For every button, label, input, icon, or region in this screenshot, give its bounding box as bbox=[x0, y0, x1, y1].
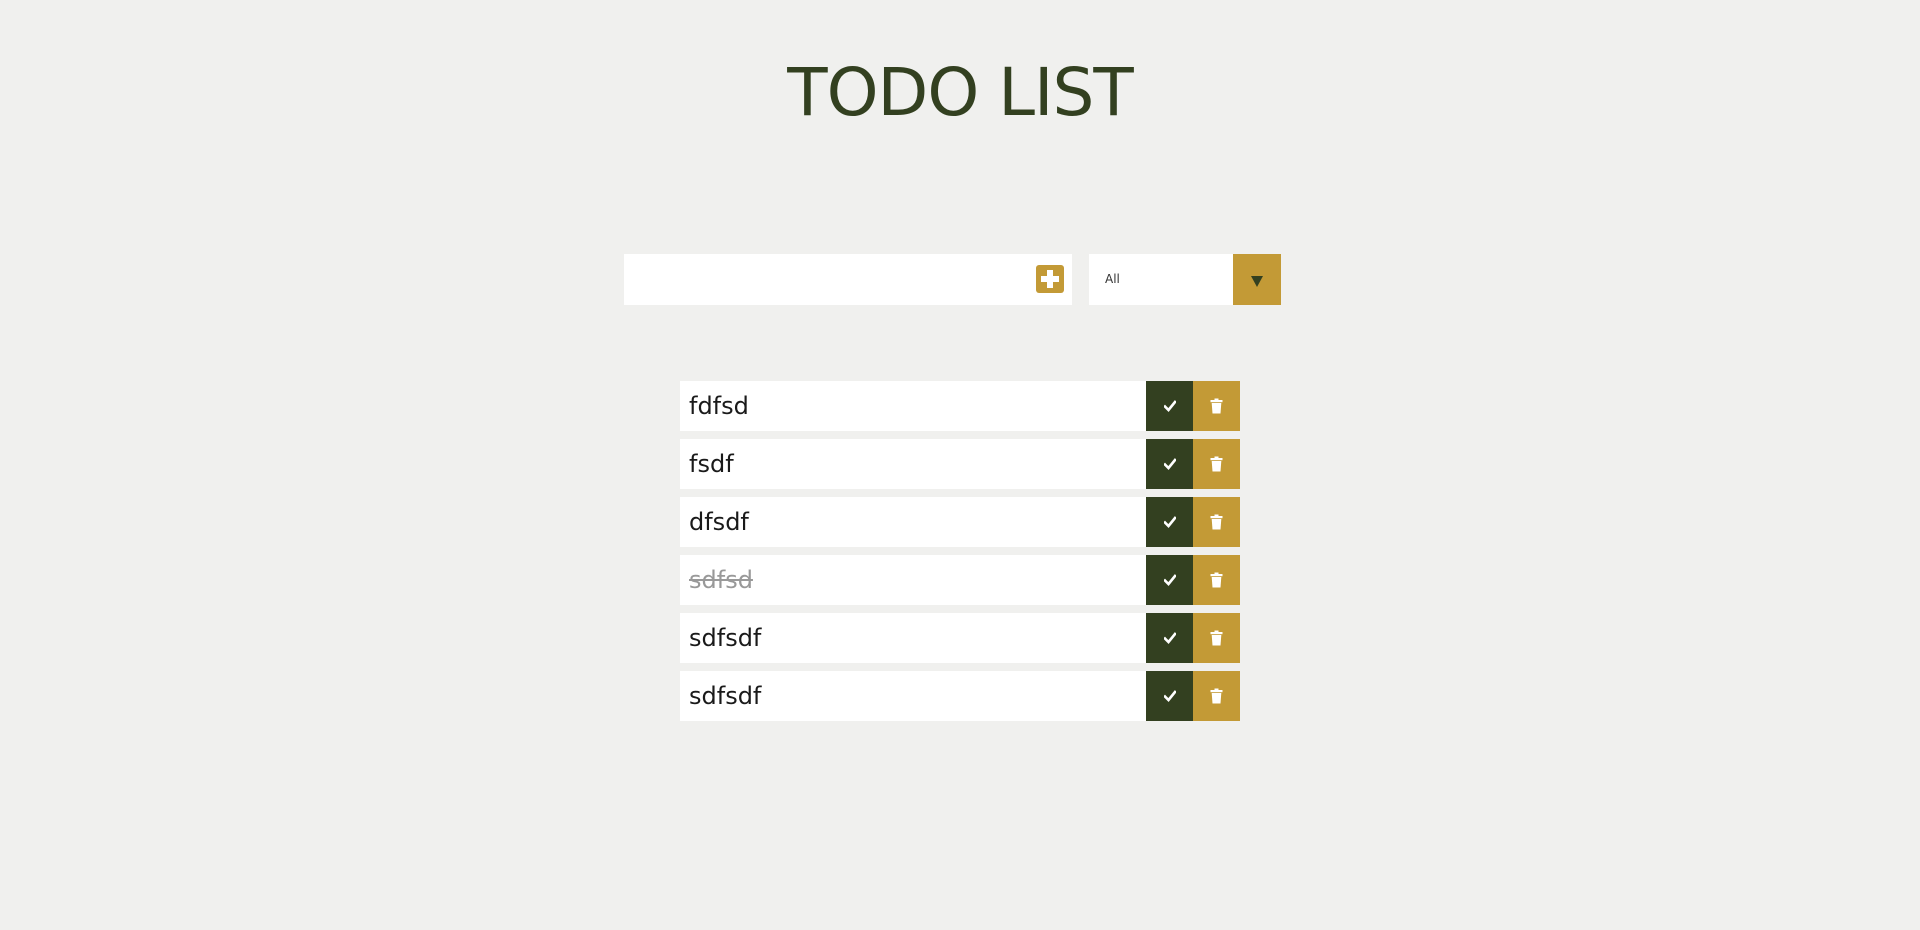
todo-item-text: sdfsdf bbox=[689, 624, 762, 652]
filter-dropdown-button[interactable] bbox=[1233, 254, 1281, 305]
todo-list: fdfsd fsdf dfsdf sdfsd sdfsdf sdfsdf bbox=[680, 381, 1240, 729]
check-icon bbox=[1164, 458, 1176, 470]
todo-item: fdfsd bbox=[680, 381, 1240, 431]
filter-select[interactable]: All bbox=[1089, 254, 1281, 305]
check-icon bbox=[1164, 400, 1176, 412]
todo-item: sdfsdf bbox=[680, 613, 1240, 663]
delete-button[interactable] bbox=[1193, 381, 1240, 431]
complete-button[interactable] bbox=[1146, 497, 1193, 547]
trash-icon bbox=[1210, 688, 1223, 704]
trash-icon bbox=[1210, 630, 1223, 646]
filter-select-value: All bbox=[1105, 272, 1120, 286]
add-todo-button[interactable] bbox=[1036, 265, 1064, 293]
complete-button[interactable] bbox=[1146, 555, 1193, 605]
todo-item-text: dfsdf bbox=[689, 508, 749, 536]
delete-button[interactable] bbox=[1193, 671, 1240, 721]
trash-icon bbox=[1210, 456, 1223, 472]
check-icon bbox=[1164, 690, 1176, 702]
delete-button[interactable] bbox=[1193, 555, 1240, 605]
complete-button[interactable] bbox=[1146, 613, 1193, 663]
caret-down-icon bbox=[1251, 276, 1263, 287]
todo-item-text: fsdf bbox=[689, 450, 734, 478]
page-title: TODO LIST bbox=[787, 54, 1133, 131]
complete-button[interactable] bbox=[1146, 439, 1193, 489]
delete-button[interactable] bbox=[1193, 613, 1240, 663]
complete-button[interactable] bbox=[1146, 671, 1193, 721]
todo-item: dfsdf bbox=[680, 497, 1240, 547]
todo-item: sdfsd bbox=[680, 555, 1240, 605]
todo-input[interactable] bbox=[624, 254, 1024, 305]
check-icon bbox=[1164, 574, 1176, 586]
todo-form: All bbox=[624, 254, 1282, 305]
todo-input-wrapper bbox=[624, 254, 1072, 305]
check-icon bbox=[1164, 516, 1176, 528]
trash-icon bbox=[1210, 514, 1223, 530]
todo-item: sdfsdf bbox=[680, 671, 1240, 721]
delete-button[interactable] bbox=[1193, 439, 1240, 489]
todo-item-text: fdfsd bbox=[689, 392, 749, 420]
complete-button[interactable] bbox=[1146, 381, 1193, 431]
todo-item-text: sdfsdf bbox=[689, 682, 762, 710]
check-icon bbox=[1164, 632, 1176, 644]
delete-button[interactable] bbox=[1193, 497, 1240, 547]
trash-icon bbox=[1210, 398, 1223, 414]
todo-item: fsdf bbox=[680, 439, 1240, 489]
todo-item-text: sdfsd bbox=[689, 566, 753, 594]
trash-icon bbox=[1210, 572, 1223, 588]
